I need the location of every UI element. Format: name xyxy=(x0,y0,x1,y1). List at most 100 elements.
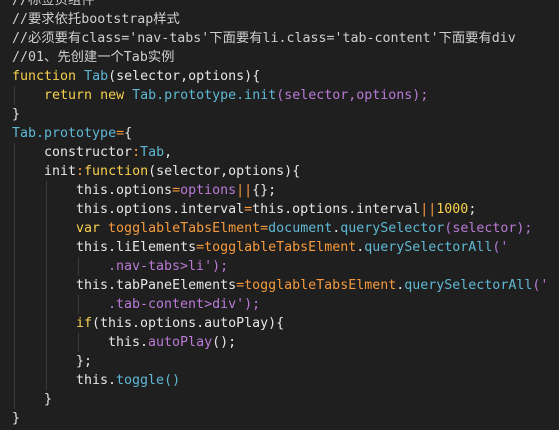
code-line[interactable]: }; xyxy=(12,352,559,371)
code-token: }; xyxy=(76,354,93,369)
code-token: } xyxy=(44,392,53,407)
code-token: : xyxy=(76,164,85,179)
indent-guide xyxy=(46,200,47,219)
indent-guide xyxy=(46,371,47,390)
code-token: autoPlay xyxy=(148,335,213,350)
code-line[interactable]: //要求依托bootstrap样式 xyxy=(12,10,559,29)
code-token: = xyxy=(172,183,181,198)
indent-guide xyxy=(46,352,47,371)
code-token: this.options xyxy=(76,183,173,198)
code-line[interactable]: } xyxy=(12,409,559,428)
code-token: //要求依托bootstrap样式 xyxy=(12,12,180,27)
code-token: {}; xyxy=(252,183,277,198)
indent-guide xyxy=(46,181,47,200)
code-token: this.options.interval xyxy=(76,202,245,217)
code-token: (' xyxy=(492,240,509,255)
indent-guide xyxy=(78,333,79,352)
indent-guide xyxy=(14,257,15,276)
indent-guide xyxy=(14,352,15,371)
code-line[interactable]: this.toggle() xyxy=(12,371,559,390)
code-token: //标签页组件 xyxy=(12,0,95,8)
code-token: togglableTabsElment xyxy=(108,221,261,236)
indent-guide xyxy=(14,390,15,409)
indent-guide xyxy=(46,295,47,314)
indent-guide xyxy=(46,276,47,295)
code-line[interactable]: this.autoPlay(); xyxy=(12,333,559,352)
code-token: (); xyxy=(212,335,237,350)
code-token: (selector); xyxy=(444,221,533,236)
indent-guide xyxy=(78,257,79,276)
code-line[interactable]: constructor:Tab, xyxy=(12,143,559,162)
code-token: var xyxy=(76,221,101,236)
code-editor[interactable]: //标签页组件 //要求依托bootstrap样式 //必须要有class='nav… xyxy=(0,0,559,430)
code-line[interactable]: .nav-tabs>li'); xyxy=(12,257,559,276)
code-line[interactable]: var togglableTabsElment=document.querySe… xyxy=(12,219,559,238)
code-token: togglableTabsElment xyxy=(204,240,357,255)
code-token: Tab xyxy=(84,69,109,84)
code-token: //必须要有class='nav-tabs'下面要有li.class='tab-… xyxy=(12,31,516,46)
code-token: return xyxy=(44,88,93,103)
indent-guide xyxy=(46,314,47,333)
code-token: togglableTabsElment xyxy=(244,278,397,293)
code-token: document xyxy=(268,221,333,236)
code-line[interactable]: } xyxy=(12,105,559,124)
indent-guide xyxy=(46,333,47,352)
code-token: new xyxy=(100,88,125,103)
code-token: ; xyxy=(468,202,477,217)
code-line[interactable]: this.liElements=togglableTabsElment.quer… xyxy=(12,238,559,257)
code-line[interactable]: .tab-content>div'); xyxy=(12,295,559,314)
code-token: } xyxy=(12,107,21,122)
code-token: .tab-content>div'); xyxy=(108,297,261,312)
code-token: options xyxy=(180,183,237,198)
code-line[interactable]: return new Tab.prototype.init(selector,o… xyxy=(12,86,559,105)
code-line[interactable]: Tab.prototype={ xyxy=(12,124,559,143)
code-token: if xyxy=(76,316,93,331)
code-line[interactable]: //必须要有class='nav-tabs'下面要有li.class='tab-… xyxy=(12,29,559,48)
indent-guide xyxy=(14,238,15,257)
code-token: , xyxy=(164,145,173,160)
indent-guide xyxy=(14,371,15,390)
indent-guide xyxy=(14,200,15,219)
code-line[interactable]: init:function(selector,options){ xyxy=(12,162,559,181)
indent-guide xyxy=(14,314,15,333)
code-line[interactable]: function Tab(selector,options){ xyxy=(12,67,559,86)
indent-guide xyxy=(14,295,15,314)
code-token: querySelectorAll xyxy=(404,278,533,293)
code-token: Tab.prototype xyxy=(12,126,117,141)
code-token: = xyxy=(196,240,205,255)
code-line[interactable]: //标签页组件 xyxy=(12,0,559,10)
indent-guide xyxy=(14,86,15,105)
code-line[interactable]: //01、先创建一个Tab实例 xyxy=(12,48,559,67)
code-token: : xyxy=(132,145,141,160)
indent-guide xyxy=(14,181,15,200)
code-token: = xyxy=(236,278,245,293)
code-token: constructor xyxy=(44,145,133,160)
code-token: function xyxy=(84,164,149,179)
code-line[interactable]: this.tabPaneElements=togglableTabsElment… xyxy=(12,276,559,295)
code-token: Tab.prototype.init xyxy=(132,88,277,103)
code-token: .nav-tabs>li'); xyxy=(108,259,229,274)
indent-guide xyxy=(46,238,47,257)
code-token: this. xyxy=(76,373,117,388)
indent-guide xyxy=(14,143,15,162)
code-line[interactable]: this.options=options||{}; xyxy=(12,181,559,200)
code-line[interactable]: } xyxy=(12,390,559,409)
code-token: Tab xyxy=(140,145,165,160)
code-token: function xyxy=(12,69,77,84)
code-token: (' xyxy=(532,278,549,293)
code-token: this.tabPaneElements xyxy=(76,278,237,293)
code-line[interactable]: this.options.interval=this.options.inter… xyxy=(12,200,559,219)
indent-guide xyxy=(78,295,79,314)
indent-guide xyxy=(46,257,47,276)
code-token: (selector,options){ xyxy=(108,69,261,84)
code-token: (selector,options){ xyxy=(148,164,301,179)
code-token: querySelector xyxy=(340,221,445,236)
indent-guide xyxy=(14,333,15,352)
code-token: = xyxy=(116,126,125,141)
code-line[interactable]: if(this.options.autoPlay){ xyxy=(12,314,559,333)
code-token: || xyxy=(420,202,437,217)
